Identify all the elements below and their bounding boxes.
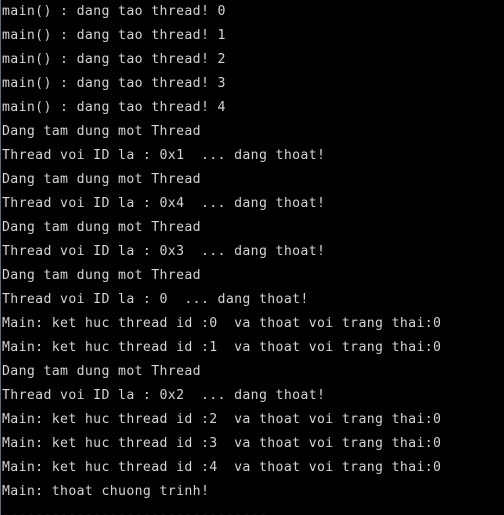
console-line: Thread voi ID la : 0x4 ... dang thoat! (2, 196, 326, 211)
console-line: Dang tam dung mot Thread (2, 364, 201, 379)
console-line: Thread voi ID la : 0x1 ... dang thoat! (2, 148, 326, 163)
console-line: Main: ket huc thread id :0 va thoat voi … (2, 316, 442, 331)
console-line: Main: ket huc thread id :3 va thoat voi … (2, 436, 442, 451)
console-line: main() : dang tao thread! 4 (2, 100, 226, 115)
console-line: Main: ket huc thread id :2 va thoat voi … (2, 412, 442, 427)
console-output: main() : dang tao thread! 0 main() : dang… (2, 0, 502, 515)
console-line: Main: ket huc thread id :1 va thoat voi … (2, 340, 442, 355)
console-line: Main: thoat chuong trinh! (2, 484, 210, 499)
console-line: main() : dang tao thread! 3 (2, 76, 226, 91)
console-line: Thread voi ID la : 0 ... dang thoat! (2, 292, 309, 307)
console-line: main() : dang tao thread! 0 (2, 4, 226, 19)
console-line: Main: ket huc thread id :4 va thoat voi … (2, 460, 442, 475)
console-line: main() : dang tao thread! 2 (2, 52, 226, 67)
console-line: Dang tam dung mot Thread (2, 172, 201, 187)
console-line: Dang tam dung mot Thread (2, 268, 201, 283)
terminal-window[interactable]: main() : dang tao thread! 0 main() : dang… (0, 0, 504, 515)
console-line: Thread voi ID la : 0x2 ... dang thoat! (2, 388, 326, 403)
console-separator-line: -------------------------------- (2, 504, 502, 515)
console-line: Dang tam dung mot Thread (2, 124, 201, 139)
console-line: Thread voi ID la : 0x3 ... dang thoat! (2, 244, 326, 259)
window-left-border (0, 0, 1, 515)
console-line: Dang tam dung mot Thread (2, 220, 201, 235)
console-line: main() : dang tao thread! 1 (2, 28, 226, 43)
